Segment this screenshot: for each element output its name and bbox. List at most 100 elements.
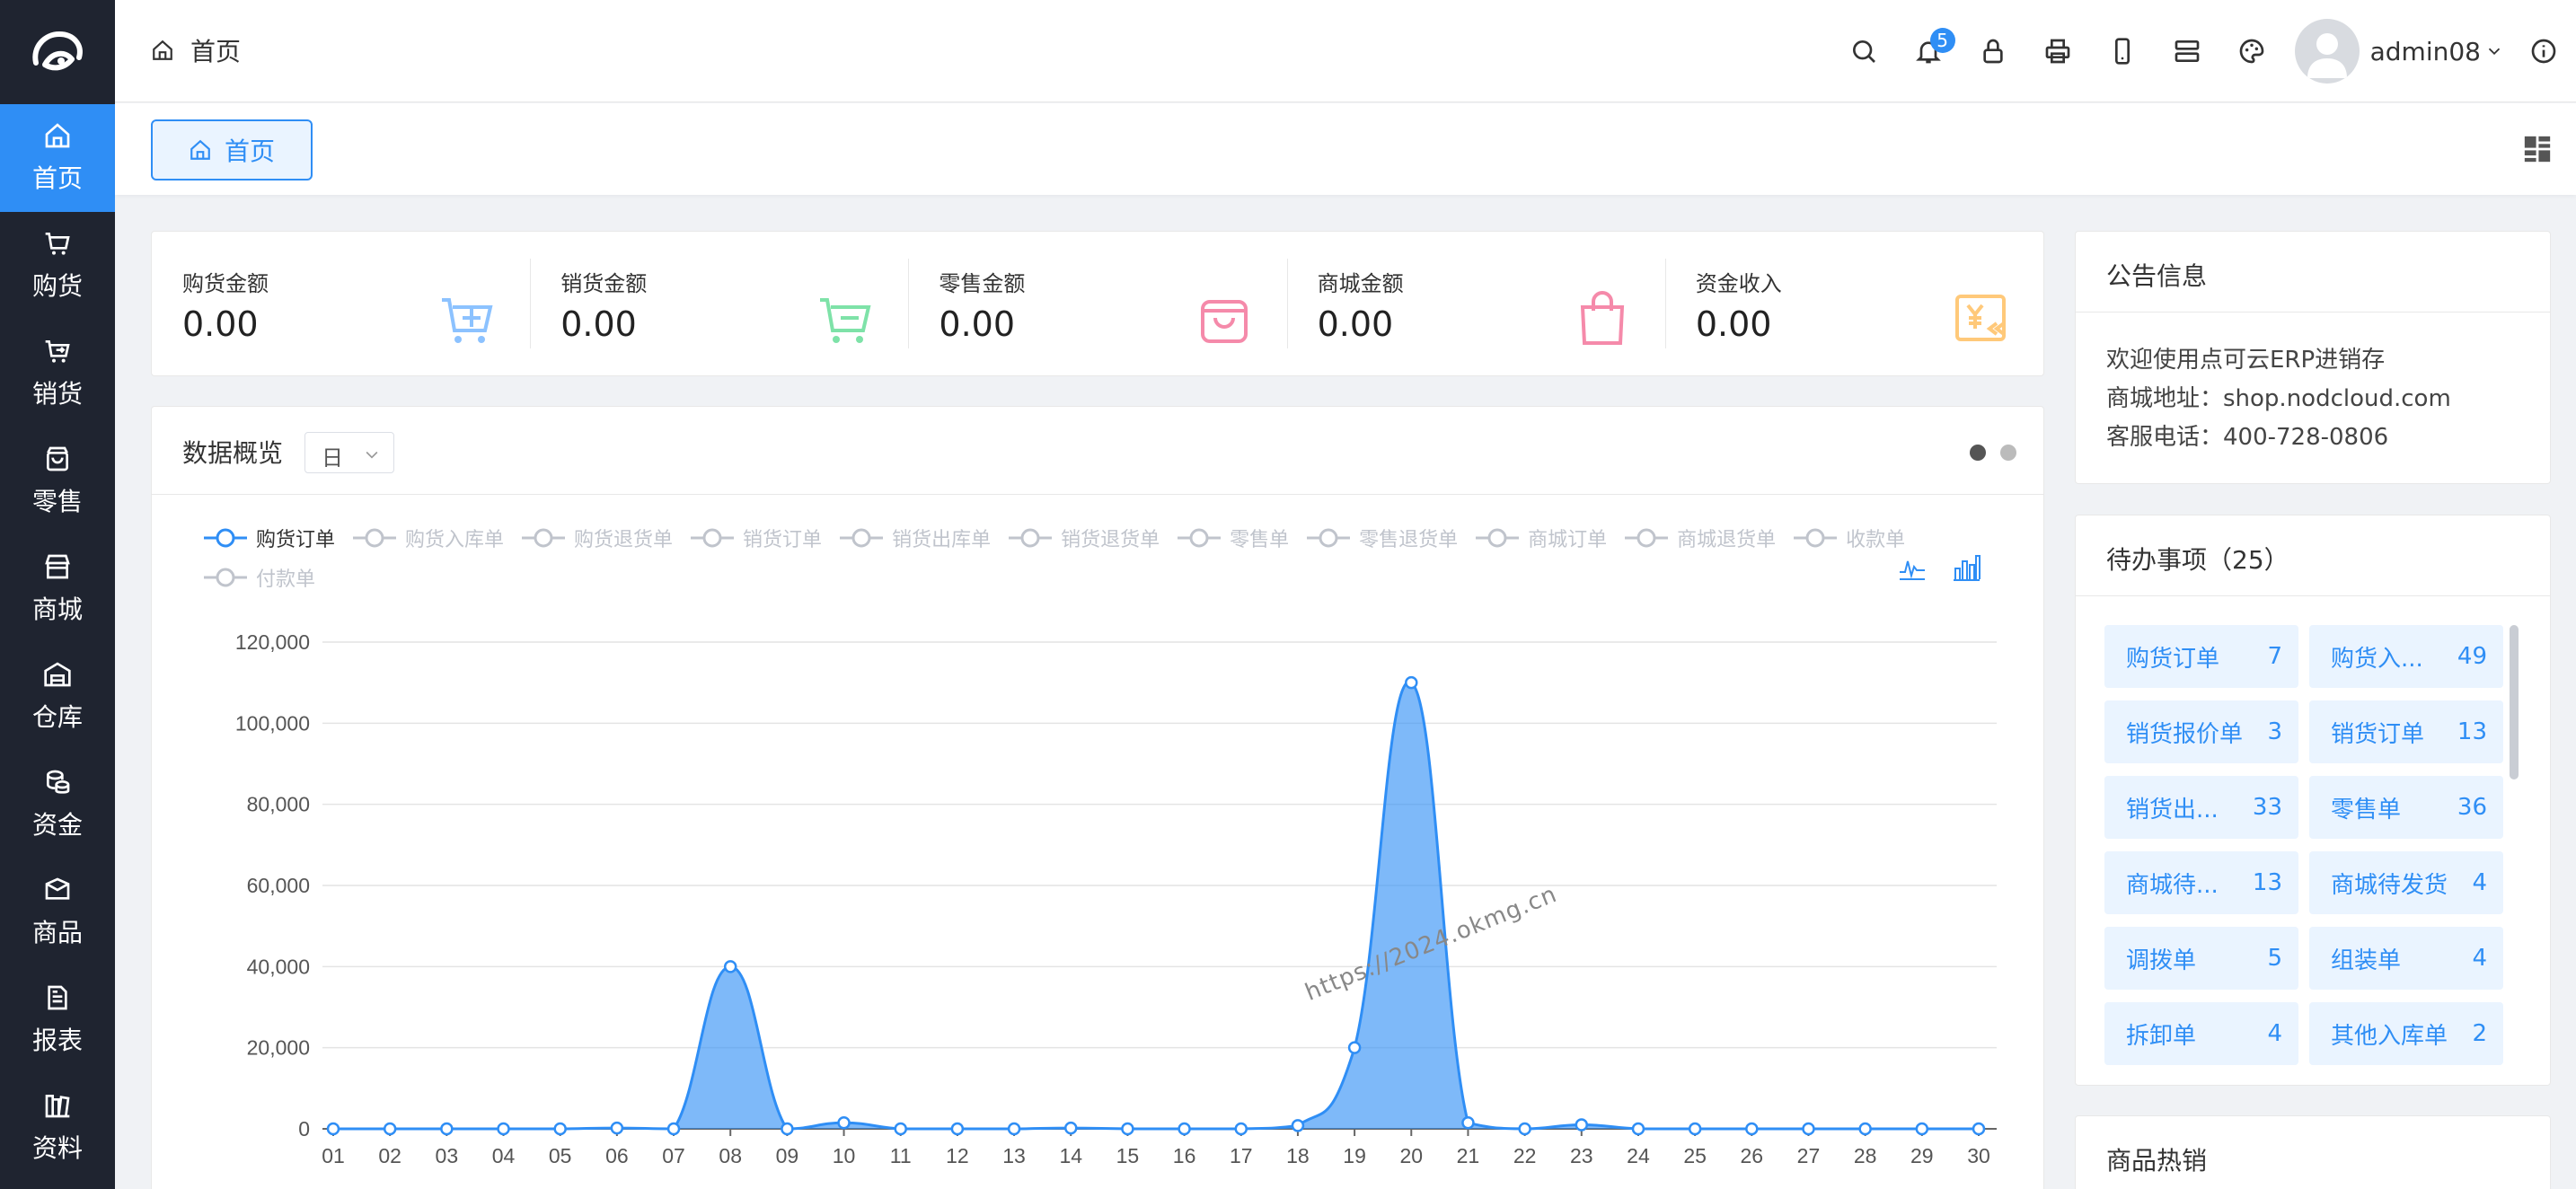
todo-item[interactable]: 销货报价单 3 bbox=[2104, 700, 2298, 763]
tab-bar: 首页 bbox=[115, 103, 2576, 195]
todo-item-count: 4 bbox=[2267, 1020, 2282, 1047]
sidebar-item-5[interactable]: 仓库 bbox=[0, 643, 115, 751]
books-icon bbox=[45, 1095, 70, 1118]
sidebar-item-9[interactable]: 资料 bbox=[0, 1074, 115, 1182]
x-tick-label: 23 bbox=[1570, 1144, 1593, 1167]
sidebar-item-label: 首页 bbox=[31, 163, 83, 193]
todo-item[interactable]: 组装单 4 bbox=[2309, 927, 2503, 990]
coins-icon bbox=[46, 770, 70, 794]
notice-title: 公告信息 bbox=[2076, 232, 2550, 313]
sidebar-item-0[interactable]: 首页 bbox=[0, 104, 115, 212]
y-tick-label: 120,000 bbox=[235, 630, 310, 654]
y-tick-label: 60,000 bbox=[247, 874, 310, 897]
x-tick-label: 17 bbox=[1230, 1144, 1253, 1167]
sidebar-item-label: 商城 bbox=[31, 594, 83, 624]
todo-item-label: 销货出... bbox=[2126, 796, 2219, 823]
store-icon bbox=[45, 554, 70, 579]
x-tick-label: 12 bbox=[946, 1144, 969, 1167]
data-point bbox=[1461, 1115, 1475, 1130]
data-point bbox=[1858, 1122, 1872, 1136]
sidebar-item-6[interactable]: 资金 bbox=[0, 751, 115, 859]
x-tick-label: 29 bbox=[1910, 1144, 1934, 1167]
stat-item: 购货金额 0.00 bbox=[152, 232, 530, 375]
data-point bbox=[1745, 1122, 1759, 1136]
breadcrumb-home[interactable]: 首页 bbox=[190, 32, 241, 68]
y-tick-label: 40,000 bbox=[247, 955, 310, 978]
notification-badge: 5 bbox=[1929, 28, 1955, 53]
x-tick-label: 02 bbox=[378, 1144, 401, 1167]
info-button[interactable] bbox=[2511, 19, 2576, 84]
data-point bbox=[1575, 1118, 1589, 1132]
todo-item[interactable]: 其他入库单 2 bbox=[2309, 1002, 2503, 1065]
sidebar-item-label: 报表 bbox=[31, 1026, 83, 1055]
user-avatar-icon bbox=[2307, 33, 2347, 78]
x-tick-label: 30 bbox=[1967, 1144, 1990, 1167]
todo-item-label: 购货订单 bbox=[2126, 645, 2220, 673]
top-header: 首页 5 admin08 bbox=[115, 0, 2576, 102]
server-button[interactable] bbox=[2155, 19, 2219, 84]
sidebar-item-3[interactable]: 零售 bbox=[0, 427, 115, 535]
home-icon bbox=[190, 139, 210, 160]
data-point bbox=[1518, 1122, 1531, 1136]
header-toolbar: 5 admin08 bbox=[1831, 0, 2576, 102]
hot-products-card: 商品热销 bbox=[2075, 1115, 2551, 1189]
income-icon bbox=[1955, 295, 2007, 341]
theme-button[interactable] bbox=[2219, 19, 2284, 84]
data-point bbox=[1178, 1122, 1191, 1136]
data-overview-panel: 数据概览 日 购货订单 购货入库单 购货退货单 销货订单 销货出库单 销货退货单 零售单 零售… bbox=[151, 406, 2044, 1189]
data-point bbox=[610, 1121, 624, 1135]
todo-item[interactable]: 购货订单 7 bbox=[2104, 625, 2298, 688]
todo-item-label: 其他入库单 bbox=[2331, 1022, 2448, 1050]
series-area bbox=[333, 682, 1979, 1129]
mobile-button[interactable] bbox=[2090, 19, 2155, 84]
lock-button[interactable] bbox=[1961, 19, 2025, 84]
avatar bbox=[2294, 19, 2360, 84]
data-point bbox=[781, 1122, 794, 1136]
handbag-icon bbox=[1580, 291, 1624, 345]
app-logo[interactable] bbox=[0, 0, 115, 104]
box-icon bbox=[45, 877, 70, 900]
tab-home[interactable]: 首页 bbox=[151, 119, 313, 181]
sidebar-item-label: 资金 bbox=[31, 810, 83, 840]
todo-item[interactable]: 商城待... 13 bbox=[2104, 851, 2298, 914]
x-tick-label: 05 bbox=[549, 1144, 572, 1167]
todo-item[interactable]: 销货订单 13 bbox=[2309, 700, 2503, 763]
x-tick-label: 10 bbox=[833, 1144, 856, 1167]
print-button[interactable] bbox=[2025, 19, 2090, 84]
sidebar-item-2[interactable]: 销货 bbox=[0, 320, 115, 427]
data-point bbox=[497, 1122, 510, 1136]
sidebar-item-7[interactable]: 商品 bbox=[0, 859, 115, 966]
data-point bbox=[326, 1122, 340, 1136]
notice-line: 商城地址：shop.nodcloud.com bbox=[2106, 385, 2451, 412]
data-point bbox=[894, 1122, 907, 1136]
user-menu[interactable]: admin08 bbox=[2294, 19, 2504, 84]
sidebar-item-8[interactable]: 报表 bbox=[0, 966, 115, 1074]
y-tick-label: 100,000 bbox=[235, 711, 310, 735]
todo-item-count: 7 bbox=[2267, 643, 2282, 670]
layout-grid-icon[interactable] bbox=[2522, 134, 2553, 164]
todo-scrollbar[interactable] bbox=[2510, 625, 2519, 779]
x-tick-label: 26 bbox=[1741, 1144, 1764, 1167]
stats-card: 购货金额 0.00 销货金额 0.00 零售金额 0.00 商城金额 0.00 资金收入 0.00 bbox=[151, 231, 2044, 376]
todo-item[interactable]: 购货入... 49 bbox=[2309, 625, 2503, 688]
search-button[interactable] bbox=[1831, 19, 1896, 84]
todo-item-count: 33 bbox=[2252, 794, 2282, 821]
warehouse-icon bbox=[44, 662, 71, 687]
sidebar-item-4[interactable]: 商城 bbox=[0, 535, 115, 643]
notification-button[interactable]: 5 bbox=[1896, 19, 1961, 84]
sidebar-item-label: 仓库 bbox=[31, 702, 83, 732]
sidebar-item-1[interactable]: 购货 bbox=[0, 212, 115, 320]
todo-item-count: 13 bbox=[2457, 718, 2487, 745]
y-tick-label: 80,000 bbox=[247, 793, 310, 816]
todo-item[interactable]: 零售单 36 bbox=[2309, 776, 2503, 839]
x-tick-label: 22 bbox=[1513, 1144, 1537, 1167]
todo-item[interactable]: 调拨单 5 bbox=[2104, 927, 2298, 990]
data-point bbox=[837, 1115, 851, 1130]
purchase-order-chart: 0 20,000 40,000 60,000 80,000 100,000 120,000 0… bbox=[235, 630, 1997, 1167]
todo-item[interactable]: 商城待发货 4 bbox=[2309, 851, 2503, 914]
todo-item[interactable]: 拆卸单 4 bbox=[2104, 1002, 2298, 1065]
todo-grid: 购货订单 7 购货入... 49 销货报价单 3 销货订单 13 销货出... 33 零售单 36 商城… bbox=[2104, 625, 2509, 1065]
todo-item[interactable]: 销货出... 33 bbox=[2104, 776, 2298, 839]
data-point bbox=[1063, 1121, 1078, 1135]
info-icon bbox=[2531, 39, 2556, 64]
